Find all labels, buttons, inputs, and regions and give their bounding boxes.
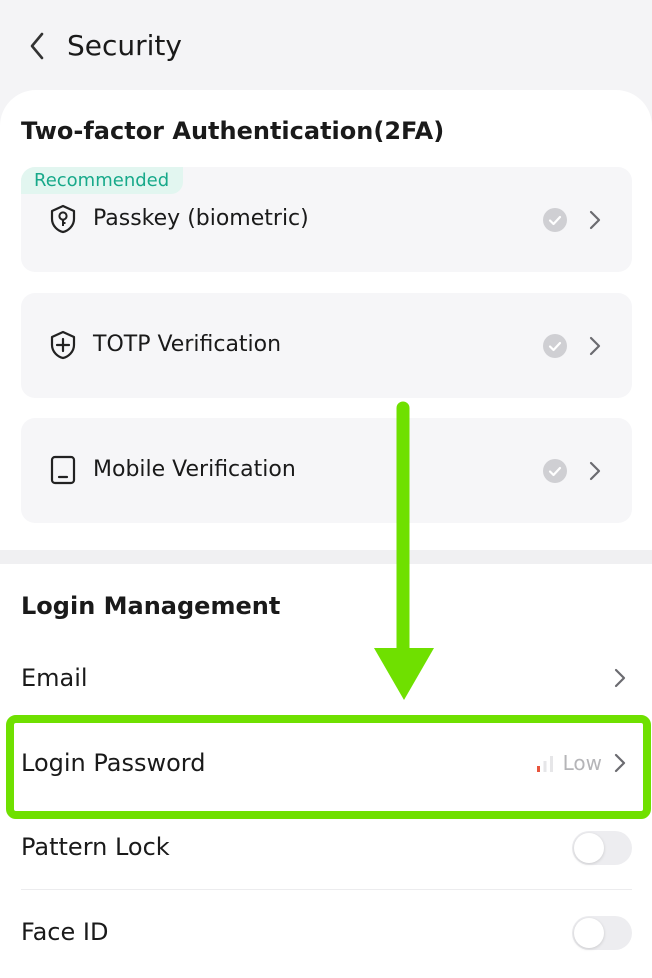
tfa-item-label: Passkey (biometric) [93,206,309,231]
section-separator [0,550,652,564]
tfa-item-totp[interactable]: TOTP Verification [21,293,632,398]
chevron-right-icon [589,461,601,481]
chevron-left-icon [30,32,44,60]
toggle-knob [574,918,604,948]
row-label: Face ID [21,918,109,946]
shield-plus-icon [50,330,76,360]
tfa-item-passkey[interactable]: Recommended Passkey (biometric) [21,167,632,272]
chevron-right-icon [589,336,601,356]
login-section-title: Login Management [21,592,281,620]
page-title: Security [67,29,182,62]
login-row-email[interactable]: Email [21,636,632,720]
pattern-lock-toggle[interactable] [572,831,632,865]
back-button[interactable] [22,30,52,62]
tfa-item-label: Mobile Verification [93,457,296,482]
phone-icon [50,455,76,485]
face-id-toggle[interactable] [572,916,632,950]
chevron-right-icon [614,668,626,688]
passkey-icon [50,204,76,234]
header: Security [0,0,652,92]
tfa-section-title: Two-factor Authentication(2FA) [21,117,445,145]
highlight-box [6,715,651,819]
tfa-item-mobile[interactable]: Mobile Verification [21,418,632,523]
recommended-badge: Recommended [21,167,184,194]
tfa-item-label: TOTP Verification [93,332,282,357]
login-row-face-id: Face ID [21,890,632,974]
toggle-knob [574,833,604,863]
check-circle-icon [543,459,567,483]
row-label: Pattern Lock [21,833,170,861]
row-label: Email [21,664,88,692]
check-circle-icon [543,208,567,232]
chevron-right-icon [589,210,601,230]
check-circle-icon [543,334,567,358]
tfa-section: Two-factor Authentication(2FA) Recommend… [0,90,652,550]
